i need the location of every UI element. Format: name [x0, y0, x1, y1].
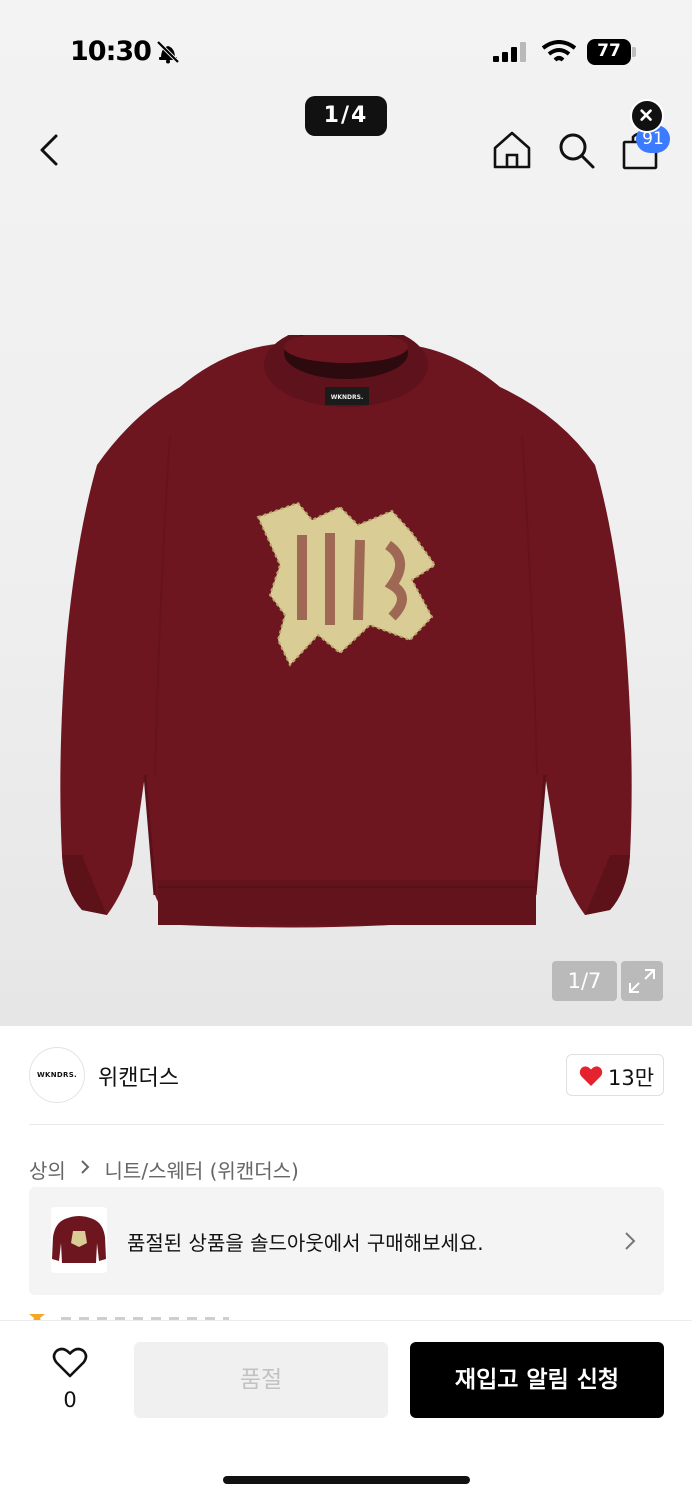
brand-like-count: 13만 — [608, 1066, 655, 1090]
chevron-right-icon — [625, 1232, 636, 1250]
banner-thumbnail — [51, 1207, 107, 1273]
heart-icon — [579, 1066, 603, 1086]
brand-logo[interactable]: WKNDRS. — [29, 1047, 85, 1103]
wishlist-count: 0 — [63, 1388, 77, 1412]
image-counter: 1/7 — [552, 961, 617, 1001]
image-pager: 1/4 — [305, 96, 387, 136]
neck-label-text: WKNDRS. — [331, 394, 364, 401]
breadcrumb: 상의 니트/스웨터 (위캔더스) — [29, 1155, 299, 1184]
back-button[interactable] — [30, 128, 70, 172]
wishlist-button[interactable]: 0 — [48, 1344, 92, 1414]
soldout-promo-banner[interactable]: 품절된 상품을 솔드아웃에서 구매해보세요. — [29, 1187, 664, 1295]
signal-icon — [493, 42, 526, 62]
breadcrumb-level-1[interactable]: 상의 — [29, 1155, 66, 1184]
product-image[interactable]: WKNDRS. — [40, 335, 652, 935]
chevron-right-icon — [81, 1160, 90, 1174]
home-icon[interactable] — [492, 128, 532, 172]
battery-percent: 77 — [597, 41, 621, 61]
restock-alert-button[interactable]: 재입고 알림 신청 — [410, 1342, 664, 1418]
status-time: 10:30 — [70, 36, 152, 67]
banner-text: 품절된 상품을 솔드아웃에서 구매해보세요. — [127, 1231, 484, 1255]
brand-like-button[interactable]: 13만 — [566, 1054, 664, 1096]
search-icon[interactable] — [556, 130, 596, 170]
battery-indicator: 77 — [587, 39, 636, 65]
home-indicator[interactable] — [223, 1476, 470, 1484]
close-icon[interactable] — [630, 99, 664, 133]
soldout-button: 품절 — [134, 1342, 388, 1418]
divider — [29, 1124, 664, 1125]
breadcrumb-level-2[interactable]: 니트/스웨터 (위캔더스) — [105, 1155, 299, 1184]
expand-icon[interactable] — [621, 961, 663, 1001]
heart-outline-icon — [52, 1347, 88, 1378]
bell-slash-icon — [156, 40, 180, 64]
brand-name[interactable]: 위캔더스 — [98, 1060, 179, 1092]
wifi-icon — [541, 40, 577, 62]
product-hero: 10:30 77 1/4 91 WKNDRS. 1/7 — [0, 0, 692, 1026]
